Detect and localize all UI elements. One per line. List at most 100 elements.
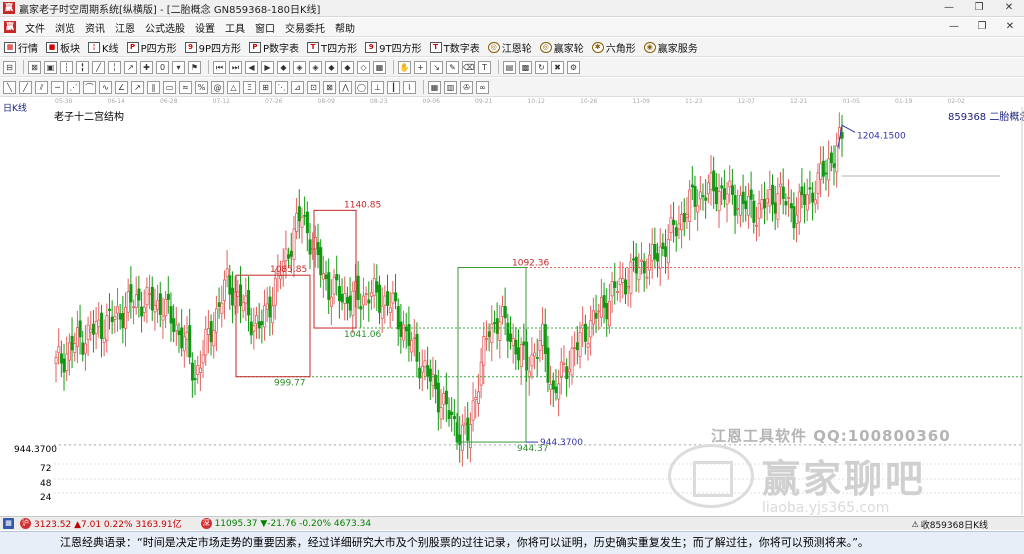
zigzag-tool-icon[interactable]: ⋀ bbox=[339, 80, 352, 94]
t-number-table-button[interactable]: T T数字表 bbox=[429, 40, 480, 55]
fan-tool-icon[interactable]: ⋰ bbox=[67, 80, 80, 94]
dual-bars-icon[interactable]: ╎ bbox=[108, 60, 121, 74]
kline-button[interactable]: ¦ K线 bbox=[88, 40, 119, 55]
menu-tools[interactable]: 工具 bbox=[220, 20, 250, 35]
candle-body bbox=[81, 342, 85, 355]
mdi-restore-button[interactable]: ❐ bbox=[968, 18, 996, 37]
gann-fan-icon[interactable]: ⋱ bbox=[275, 80, 288, 94]
calendar-icon[interactable]: ▤ bbox=[503, 60, 516, 74]
percent-tool-icon[interactable]: % bbox=[195, 80, 208, 94]
service-button[interactable]: ◉ 赢家服务 bbox=[643, 40, 698, 55]
gann-wheel-button[interactable]: ◎ 江恩轮 bbox=[487, 40, 532, 55]
cycle-tool-icon[interactable]: ∿ bbox=[99, 80, 112, 94]
trend-icon[interactable]: ↗ bbox=[124, 60, 137, 74]
fibonacci-tool-icon[interactable]: Ξ bbox=[243, 80, 256, 94]
diamond-ring-icon[interactable]: ◇ bbox=[357, 60, 370, 74]
sector-button[interactable]: ■ 板块 bbox=[46, 40, 80, 55]
spiral-tool-icon[interactable]: @ bbox=[211, 80, 224, 94]
angle-tool-icon[interactable]: ∠ bbox=[115, 80, 128, 94]
gann-square-icon[interactable]: ⊡ bbox=[307, 80, 320, 94]
restore-button[interactable]: ❐ bbox=[964, 0, 994, 17]
next-icon[interactable]: ▶ bbox=[261, 60, 274, 74]
prev-icon[interactable]: ◀ bbox=[245, 60, 258, 74]
diamond-down-icon[interactable]: ◆ bbox=[341, 60, 354, 74]
speed-lines-icon[interactable]: ⊥ bbox=[371, 80, 384, 94]
menu-formula[interactable]: 公式选股 bbox=[140, 20, 190, 35]
time-zone-icon[interactable]: ┃ bbox=[387, 80, 400, 94]
gann-angle-icon[interactable]: ⊿ bbox=[291, 80, 304, 94]
dropdown-icon[interactable]: ▾ bbox=[172, 60, 185, 74]
menu-info[interactable]: 资讯 bbox=[80, 20, 110, 35]
delete-icon[interactable]: ✖ bbox=[551, 60, 564, 74]
shanghai-index-text[interactable]: 3123.52 ▲7.01 0.22% 3163.91亿 bbox=[34, 517, 182, 530]
diamond-icon[interactable]: ◆ bbox=[277, 60, 290, 74]
menu-settings[interactable]: 设置 bbox=[190, 20, 220, 35]
pen-icon[interactable]: ✎ bbox=[446, 60, 459, 74]
first-icon[interactable]: ⏮ bbox=[213, 60, 226, 74]
ellipse-tool-icon[interactable]: ◯ bbox=[355, 80, 368, 94]
line-chart-icon[interactable]: ╱ bbox=[92, 60, 105, 74]
text-tool-icon[interactable]: T bbox=[478, 60, 491, 74]
rectangle-tool-icon[interactable]: ▭ bbox=[163, 80, 176, 94]
shenzhen-index-text[interactable]: 11095.37 ▼-21.76 -0.20% 4673.34 bbox=[215, 519, 372, 529]
save-icon[interactable]: ▩ bbox=[519, 60, 532, 74]
mdi-minimize-button[interactable]: — bbox=[940, 18, 968, 37]
cross-icon[interactable]: ✚ bbox=[140, 60, 153, 74]
9t-square-button[interactable]: 9 9T四方形 bbox=[365, 40, 422, 55]
last-icon[interactable]: ⏭ bbox=[229, 60, 242, 74]
layout-icon[interactable]: ⊟ bbox=[3, 60, 16, 74]
wheel-view-icon[interactable]: ✇ bbox=[460, 80, 473, 94]
infinity-icon[interactable]: ∞ bbox=[476, 80, 489, 94]
line-tool-icon[interactable]: ╲ bbox=[3, 80, 16, 94]
t-square-button[interactable]: T T四方形 bbox=[307, 40, 357, 55]
draw-line-icon[interactable]: ↘ bbox=[430, 60, 443, 74]
channel-tool-icon[interactable]: ⫽ bbox=[35, 80, 48, 94]
p-square-button[interactable]: P P四方形 bbox=[126, 40, 177, 55]
flag-icon[interactable]: ⚑ bbox=[188, 60, 201, 74]
zero-icon[interactable]: 0 bbox=[156, 60, 169, 74]
hand-icon[interactable]: ✋ bbox=[398, 60, 411, 74]
menu-window[interactable]: 窗口 bbox=[250, 20, 280, 35]
candle-body bbox=[268, 296, 272, 318]
menu-gann[interactable]: 江恩 bbox=[110, 20, 140, 35]
menu-help[interactable]: 帮助 bbox=[330, 20, 360, 35]
diamond-left-icon[interactable]: ◈ bbox=[293, 60, 306, 74]
table-icon[interactable]: ▦ bbox=[3, 518, 14, 529]
mdi-close-button[interactable]: ✕ bbox=[996, 18, 1024, 37]
quote-button[interactable]: ▦ 行情 bbox=[4, 40, 38, 55]
regression-tool-icon[interactable]: ⌇ bbox=[403, 80, 416, 94]
9p-square-button[interactable]: 9 9P四方形 bbox=[184, 40, 241, 55]
diamond-right-icon[interactable]: ◈ bbox=[309, 60, 322, 74]
settings-icon[interactable]: ⚙ bbox=[567, 60, 580, 74]
candle-icon[interactable]: ┆ bbox=[60, 60, 73, 74]
gann-box-icon[interactable]: ⊠ bbox=[323, 80, 336, 94]
p-number-table-button[interactable]: P P数字表 bbox=[249, 40, 299, 55]
date-icon[interactable]: ▣ bbox=[44, 60, 57, 74]
table-view-icon[interactable]: ▦ bbox=[428, 80, 441, 94]
menu-file[interactable]: 文件 bbox=[20, 20, 50, 35]
hexagon-button[interactable]: ✱ 六角形 bbox=[591, 40, 636, 55]
crosshair-icon[interactable]: + bbox=[414, 60, 427, 74]
grid-table-icon[interactable]: ▦ bbox=[373, 60, 386, 74]
close-button[interactable]: ✕ bbox=[994, 0, 1024, 17]
eraser-icon[interactable]: ⌫ bbox=[462, 60, 475, 74]
menu-browse[interactable]: 浏览 bbox=[50, 20, 80, 35]
volume-tick-72: 72 bbox=[40, 464, 52, 474]
diamond-up-icon[interactable]: ◆ bbox=[325, 60, 338, 74]
minimize-button[interactable]: — bbox=[934, 0, 964, 17]
refresh-icon[interactable]: ↻ bbox=[535, 60, 548, 74]
arrow-tool-icon[interactable]: ↗ bbox=[131, 80, 144, 94]
ray-tool-icon[interactable]: ╱ bbox=[19, 80, 32, 94]
horizontal-line-icon[interactable]: ─ bbox=[51, 80, 64, 94]
chart-view-icon[interactable]: ▥ bbox=[444, 80, 457, 94]
bars-icon[interactable]: ╏ bbox=[76, 60, 89, 74]
triangle-tool-icon[interactable]: △ bbox=[227, 80, 240, 94]
arc-tool-icon[interactable]: ⌒ bbox=[83, 80, 96, 94]
candle-body bbox=[452, 416, 456, 420]
parallel-tool-icon[interactable]: ∥ bbox=[147, 80, 160, 94]
wave-tool-icon[interactable]: ≈ bbox=[179, 80, 192, 94]
menu-trade[interactable]: 交易委托 bbox=[280, 20, 330, 35]
pattern-icon[interactable]: ⊠ bbox=[28, 60, 41, 74]
winner-wheel-button[interactable]: ◎ 赢家轮 bbox=[539, 40, 584, 55]
box-tool-icon[interactable]: ⊞ bbox=[259, 80, 272, 94]
